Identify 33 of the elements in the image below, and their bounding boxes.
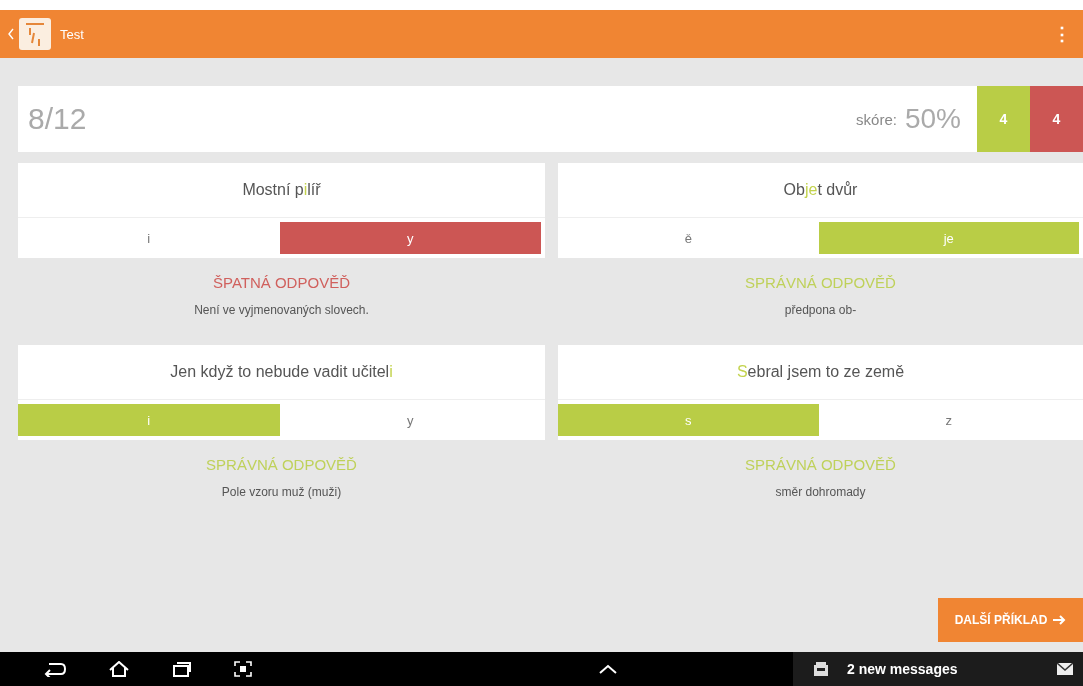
overflow-menu-button[interactable]: ⋮	[1049, 23, 1075, 45]
explanation-text: předpona ob-	[783, 303, 858, 317]
back-icon[interactable]	[44, 661, 66, 677]
exercise-sentence: Mostní pilíř	[18, 163, 545, 218]
up-caret-icon[interactable]	[597, 664, 618, 674]
score-label: skóre:	[856, 110, 897, 128]
home-icon[interactable]	[108, 661, 130, 677]
result-label: SPRÁVNÁ ODPOVĚĎ	[205, 456, 358, 473]
result-label: ŠPATNÁ ODPOVĚĎ	[212, 274, 351, 291]
explanation-text: směr dohromady	[774, 485, 867, 499]
explanation-text: Není ve vyjmenovaných slovech.	[193, 303, 370, 317]
back-caret-icon[interactable]	[8, 28, 14, 40]
score-value: 50%	[904, 103, 961, 135]
notification-area[interactable]: 2 new messages	[793, 652, 1083, 686]
exercise-sentence: Sebral jsem to ze země	[558, 345, 1083, 400]
inbox-icon	[813, 661, 829, 677]
recent-apps-icon[interactable]	[172, 661, 192, 677]
answer-option[interactable]: y	[279, 222, 541, 254]
answer-counter: 4	[1030, 86, 1083, 152]
right-arrow-icon	[1052, 615, 1067, 625]
progress-counter: 8/12	[27, 102, 88, 136]
mail-icon	[1057, 663, 1073, 675]
screenshot-icon[interactable]	[234, 661, 252, 677]
notification-title: 2 new messages	[847, 661, 959, 677]
app-title: Test	[60, 26, 84, 42]
app-logo-icon	[18, 17, 52, 51]
next-example-button[interactable]: DALŠÍ PŘÍKLAD	[938, 598, 1083, 642]
result-label: SPRÁVNÁ ODPOVĚĎ	[744, 456, 897, 473]
explanation-text: Pole vzoru muž (muži)	[220, 485, 343, 499]
exercise-sentence: Objet dvůr	[558, 163, 1083, 218]
answer-counter: 4	[977, 86, 1030, 152]
exercise-sentence: Jen když to nebude vadit učiteli	[18, 345, 545, 400]
result-label: SPRÁVNÁ ODPOVĚĎ	[744, 274, 897, 291]
